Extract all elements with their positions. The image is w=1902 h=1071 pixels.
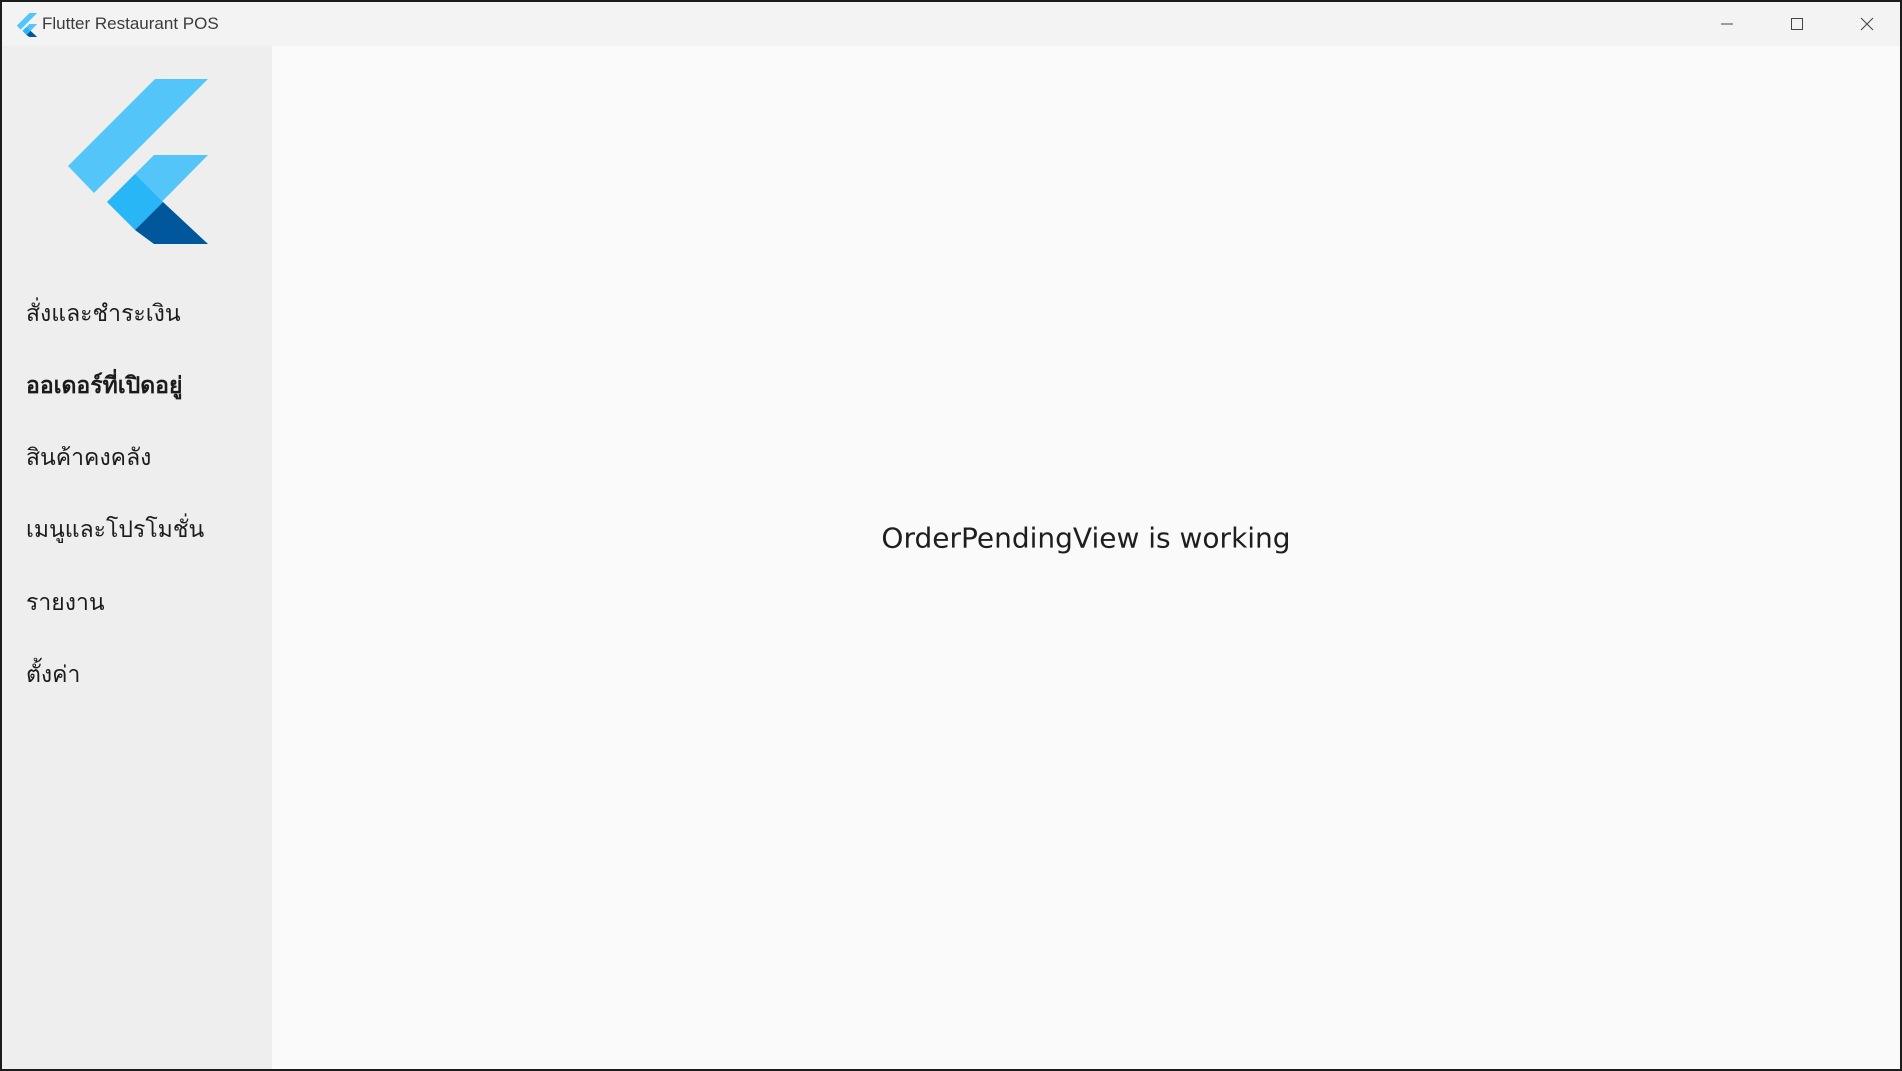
sidebar-item-label: ตั้งค่า xyxy=(26,662,81,688)
minimize-icon xyxy=(1721,23,1733,25)
close-button[interactable] xyxy=(1832,2,1900,46)
maximize-button[interactable] xyxy=(1762,2,1832,46)
sidebar-item-label: สั่งและชำระเงิน xyxy=(26,301,181,327)
sidebar-item-label: สินค้าคงคลัง xyxy=(26,445,152,471)
sidebar-item-settings[interactable]: ตั้งค่า xyxy=(2,639,272,711)
flutter-logo xyxy=(68,79,208,244)
sidebar: สั่งและชำระเงิน ออเดอร์ที่เปิดอยู่ สินค้… xyxy=(2,46,272,1069)
app-window: Flutter Restaurant POS สั่งและชำระเงิน อ… xyxy=(2,2,1900,1069)
sidebar-item-reports[interactable]: รายงาน xyxy=(2,567,272,639)
sidebar-item-menu-promotions[interactable]: เมนูและโปรโมชั่น xyxy=(2,494,272,566)
sidebar-item-label: รายงาน xyxy=(26,590,105,616)
close-icon xyxy=(1860,17,1874,31)
status-message: OrderPendingView is working xyxy=(881,521,1291,555)
title-bar[interactable]: Flutter Restaurant POS xyxy=(2,2,1900,46)
sidebar-item-label: เมนูและโปรโมชั่น xyxy=(26,517,205,543)
flutter-app-icon xyxy=(16,13,38,37)
sidebar-item-order-payment[interactable]: สั่งและชำระเงิน xyxy=(2,278,272,350)
window-title: Flutter Restaurant POS xyxy=(42,14,219,33)
minimize-button[interactable] xyxy=(1692,2,1762,46)
sidebar-item-open-orders[interactable]: ออเดอร์ที่เปิดอยู่ xyxy=(2,350,272,422)
main-content: OrderPendingView is working xyxy=(272,46,1900,1069)
sidebar-item-inventory[interactable]: สินค้าคงคลัง xyxy=(2,422,272,494)
maximize-icon xyxy=(1791,18,1803,30)
sidebar-item-label: ออเดอร์ที่เปิดอยู่ xyxy=(26,373,183,399)
